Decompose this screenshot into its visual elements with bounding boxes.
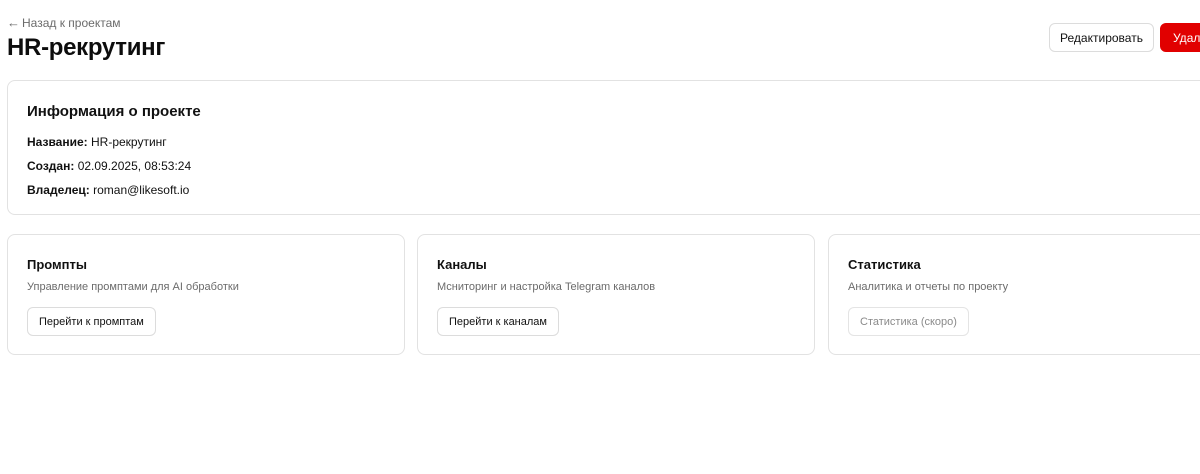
statistics-card-title: Статистика	[848, 257, 921, 272]
prompts-card-description: Управление промптами для AI обработки	[27, 281, 239, 293]
go-to-prompts-button[interactable]: Перейти к промптам	[27, 307, 156, 336]
prompts-card: Промпты Управление промптами для AI обра…	[7, 234, 405, 355]
channels-card-title: Каналы	[437, 257, 487, 272]
statistics-card: Статистика Аналитика и отчеты по проекту…	[828, 234, 1200, 355]
project-created-row: Создан: 02.09.2025, 08:53:24	[27, 159, 191, 173]
project-name-value: HR-рекрутинг	[90, 135, 167, 149]
delete-button[interactable]: Удали	[1160, 23, 1200, 52]
channels-card-description: Мсниторинг и настройка Telegram каналов	[437, 281, 656, 293]
page-title: HR-рекрутинг	[7, 34, 166, 61]
project-info-card: Информация о проекте Название: HR-рекрут…	[7, 80, 1200, 215]
project-name-label: Название:	[27, 135, 88, 149]
project-name-row: Название: HR-рекрутинг	[27, 135, 167, 149]
back-link-label: Назад к проектам	[22, 15, 121, 30]
project-created-label: Создан:	[27, 159, 75, 173]
statistics-card-description: Аналитика и отчеты по проекту	[848, 281, 1009, 293]
go-to-channels-button[interactable]: Перейти к каналам	[437, 307, 559, 336]
channels-card: Каналы Мсниторинг и настройка Telegram к…	[417, 234, 815, 355]
statistics-soon-button: Статистика (скоро)	[848, 307, 969, 336]
project-created-value: 02.09.2025, 08:53:24	[77, 159, 192, 173]
edit-button[interactable]: Редактировать	[1049, 23, 1154, 52]
project-owner-value: roman@likesoft.io	[93, 183, 190, 197]
info-card-title: Информация о проекте	[27, 103, 201, 120]
back-to-projects-link[interactable]: ← Назад к проектам	[7, 15, 121, 30]
arrow-left-icon: ←	[7, 15, 20, 30]
project-owner-row: Владелец: roman@likesoft.io	[27, 183, 189, 197]
prompts-card-title: Промпты	[27, 257, 87, 272]
project-owner-label: Владелец:	[27, 183, 90, 197]
